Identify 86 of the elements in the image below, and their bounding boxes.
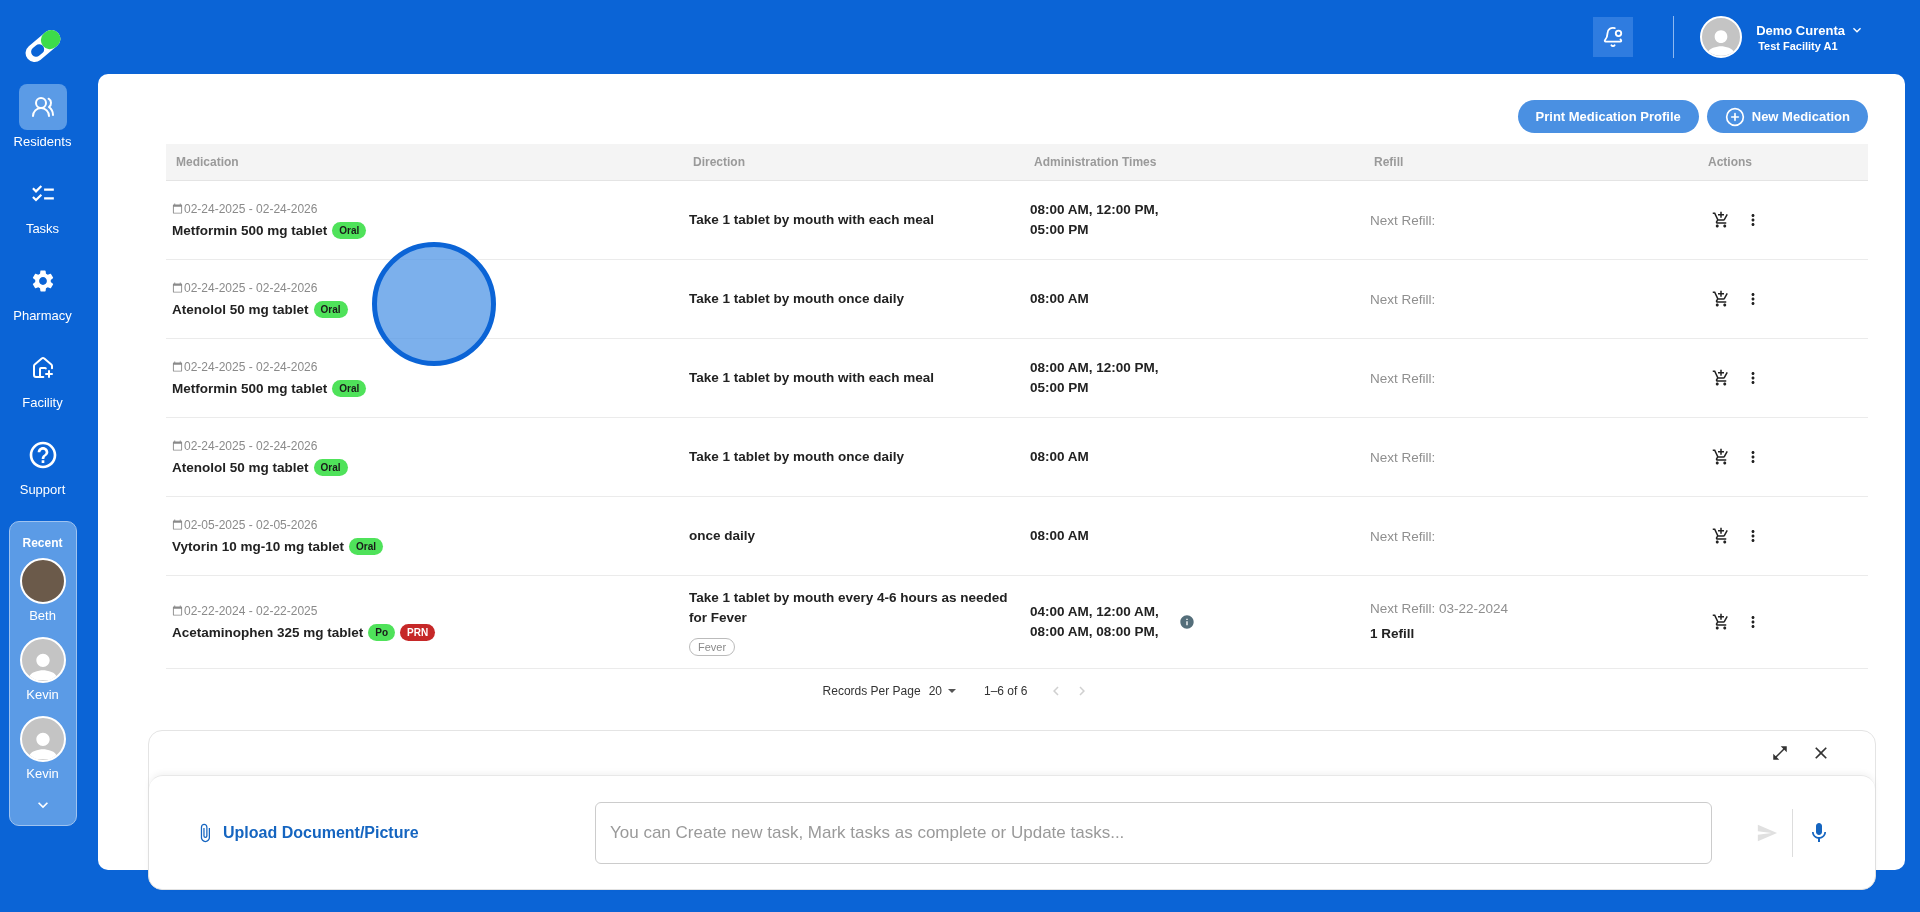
nav-item[interactable]	[18, 84, 67, 130]
notification-button[interactable]	[1593, 17, 1634, 57]
add-to-cart-icon[interactable]	[1712, 448, 1730, 466]
date-range: 02-24-2025 - 02-24-2026	[184, 359, 318, 374]
administration-times: 04:00 AM, 12:00 AM, 08:00 AM, 08:00 PM,	[1030, 603, 1160, 641]
date-range: 02-22-2024 - 02-22-2025	[184, 603, 318, 618]
caret-down-icon	[948, 689, 956, 693]
new-medication-button[interactable]: New Medication	[1706, 100, 1868, 133]
next-refill: Next Refill:	[1370, 212, 1437, 228]
column-header: Medication	[175, 155, 240, 169]
administration-times: 08:00 AM, 12:00 PM, 05:00 PM	[1030, 359, 1160, 397]
nav-label[interactable]: Facility	[22, 395, 63, 410]
direction-text: Take 1 tablet by mouth every 4-6 hours as needed for Fever	[689, 589, 1009, 627]
calendar-icon	[172, 203, 183, 214]
date-range: 02-24-2025 - 02-24-2026	[184, 280, 318, 295]
add-to-cart-icon[interactable]	[1712, 211, 1730, 229]
nav-label[interactable]: Tasks	[25, 221, 60, 236]
route-tag: Oral	[313, 300, 348, 318]
next-refill: Next Refill:	[1370, 370, 1437, 386]
column-header: Direction	[692, 155, 746, 169]
route-tag: Oral	[332, 221, 367, 239]
add-to-cart-icon[interactable]	[1712, 527, 1730, 545]
column-header: Administration Times	[1033, 155, 1158, 169]
next-refill: Next Refill: 03-22-2024	[1370, 600, 1510, 616]
add-to-cart-icon[interactable]	[1712, 290, 1730, 308]
next-refill: Next Refill:	[1370, 528, 1437, 544]
person-name[interactable]: Kevin	[26, 766, 59, 781]
date-range: 02-24-2025 - 02-24-2026	[184, 201, 318, 216]
direction-text: Take 1 tablet by mouth with each meal	[689, 369, 936, 387]
medication-name: Atenolol 50 mg tablet	[172, 459, 309, 475]
task-input-field[interactable]: You can Create new task, Mark tasks as complete or Update tasks...	[595, 801, 1712, 864]
expand-icon[interactable]	[1771, 744, 1789, 762]
next-refill: Next Refill:	[1370, 291, 1437, 307]
calendar-icon	[172, 519, 183, 530]
direction-text: Take 1 tablet by mouth once daily	[689, 290, 906, 308]
recent-title: Recent	[22, 536, 63, 550]
plus-circle-icon	[1724, 106, 1745, 127]
medication-name: Atenolol 50 mg tablet	[172, 301, 309, 317]
print-button[interactable]: Print Medication Profile	[1517, 100, 1699, 133]
calendar-icon	[172, 440, 183, 451]
direction-text: Take 1 tablet by mouth with each meal	[689, 211, 936, 229]
column-header: Refill	[1373, 155, 1405, 169]
medication-name: Metformin 500 mg tablet	[172, 222, 328, 238]
avatar[interactable]	[19, 637, 66, 683]
add-to-cart-icon[interactable]	[1712, 369, 1730, 387]
nav-label[interactable]: Pharmacy	[13, 308, 72, 323]
per-page-select[interactable]: 20	[928, 684, 956, 698]
administration-times: 08:00 AM	[1030, 290, 1089, 308]
date-range: 02-05-2025 - 02-05-2026	[184, 517, 318, 532]
house-plus-icon	[30, 356, 55, 380]
route-tag: Oral	[349, 537, 384, 555]
administration-times: 08:00 AM	[1030, 448, 1089, 466]
user-menu[interactable]: Demo Curenta	[1756, 22, 1865, 38]
records-per-page-label: Records Per Page	[822, 684, 921, 698]
route-tag: Oral	[332, 379, 367, 397]
nav-label[interactable]: Support	[19, 482, 66, 497]
avatar[interactable]	[1700, 16, 1743, 58]
medication-name: Acetaminophen 325 mg tablet	[172, 624, 364, 640]
medication-name: Metformin 500 mg tablet	[172, 380, 328, 396]
add-to-cart-icon[interactable]	[1712, 613, 1730, 631]
next-refill: Next Refill:	[1370, 449, 1437, 465]
administration-times: 08:00 AM, 12:00 PM, 05:00 PM	[1030, 201, 1160, 239]
photo-placeholder[interactable]	[19, 558, 66, 604]
users-icon	[30, 95, 55, 119]
page-range: 1–6 of 6	[984, 684, 1028, 698]
administration-times: 08:00 AM	[1030, 527, 1089, 545]
facility-name: Test Facility A1	[1758, 40, 1839, 52]
column-header: Actions	[1708, 155, 1753, 169]
route-tag: PRN	[400, 623, 436, 641]
upload-link[interactable]: Upload Document/Picture	[195, 822, 595, 843]
bell-icon	[1602, 26, 1625, 48]
direction-text: Take 1 tablet by mouth once daily	[689, 448, 906, 466]
calendar-icon	[172, 282, 183, 293]
calendar-icon	[172, 361, 183, 372]
medication-name: Vytorin 10 mg-10 mg tablet	[172, 538, 345, 554]
avatar[interactable]	[19, 716, 66, 762]
person-name[interactable]: Kevin	[26, 687, 59, 702]
person-name[interactable]: Beth	[29, 608, 56, 623]
direction-text: once daily	[689, 527, 757, 545]
calendar-icon	[172, 605, 183, 616]
route-tag: Oral	[313, 458, 348, 476]
refill-count: 1 Refill	[1370, 624, 1416, 643]
info-icon[interactable]	[1179, 614, 1195, 630]
route-tag: Po	[368, 623, 396, 641]
nav-label[interactable]: Residents	[13, 134, 72, 149]
date-range: 02-24-2025 - 02-24-2026	[184, 438, 318, 453]
